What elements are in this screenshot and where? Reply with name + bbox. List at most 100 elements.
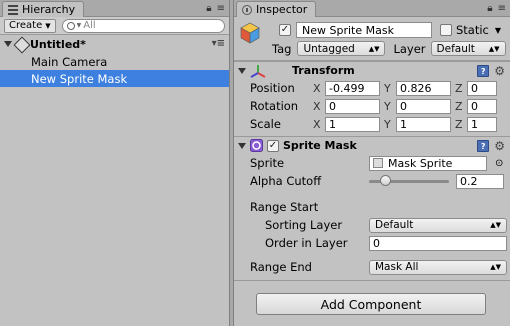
layer-label: Layer [393, 41, 426, 56]
position-x-field[interactable]: -0.499 [325, 80, 380, 96]
help-book-icon[interactable]: ? [477, 140, 490, 152]
alpha-cutoff-field[interactable]: 0.2 [456, 173, 504, 189]
inspector-panel: Inspector 🔒︎ ≡ ✓ New Sprite Mask Static … [233, 0, 510, 326]
alpha-cutoff-row: Alpha Cutoff 0.2 [234, 172, 510, 190]
field-value: 1 [471, 117, 478, 131]
gear-icon[interactable]: ⚙ [494, 64, 505, 78]
order-in-layer-label: Order in Layer [265, 236, 348, 250]
transform-row-scale: Scale X 1 Y 1 Z 1 [234, 115, 510, 133]
axis-z-label[interactable]: Z [455, 118, 465, 131]
hierarchy-toolbar: Create ▼ ▼ All [0, 17, 229, 35]
search-placeholder: All [83, 20, 96, 31]
sorting-layer-dropdown[interactable]: Default ▲▼ [369, 217, 507, 233]
position-y-field[interactable]: 0.826 [396, 80, 451, 96]
panel-menu-icon[interactable]: ≡ [498, 3, 506, 14]
alpha-cutoff-slider-thumb[interactable] [380, 175, 391, 186]
add-component-label: Add Component [320, 296, 422, 312]
hierarchy-panel: Hierarchy 🔒︎ ≡ Create ▼ ▼ All Untitled* … [0, 0, 230, 326]
tab-hierarchy-label: Hierarchy [22, 3, 76, 16]
axis-x-label[interactable]: X [313, 118, 323, 131]
create-button-label: Create [9, 20, 43, 31]
chevron-down-icon: ▲▼ [490, 221, 501, 229]
axis-z-label[interactable]: Z [455, 82, 465, 95]
sprite-object-field[interactable]: Mask Sprite [369, 155, 487, 171]
unity-scene-icon [15, 38, 27, 50]
tab-inspector[interactable]: Inspector [236, 1, 317, 17]
transform-row-position: Position X -0.499 Y 0.826 Z 0 [234, 79, 510, 97]
axis-x-label[interactable]: X [313, 100, 323, 113]
lock-icon[interactable]: 🔒︎ [206, 3, 211, 14]
field-value: 0 [400, 99, 407, 113]
hierarchy-item-label: Main Camera [31, 54, 108, 69]
scene-row[interactable]: Untitled* ▾≡ [0, 35, 229, 53]
layer-dropdown[interactable]: Default ▲▼ [430, 41, 506, 56]
info-icon [242, 4, 252, 15]
rotation-x-field[interactable]: 0 [325, 98, 380, 114]
field-value: 0 [471, 99, 478, 113]
order-in-layer-value: 0 [373, 236, 380, 250]
lock-icon[interactable]: 🔒︎ [487, 3, 492, 14]
sprite-label: Sprite [250, 156, 285, 170]
hierarchy-item-new-sprite-mask[interactable]: New Sprite Mask [0, 70, 229, 87]
scale-z-field[interactable]: 1 [467, 116, 497, 132]
sprite-mask-enabled-checkbox[interactable]: ✓ [267, 139, 279, 152]
tag-label: Tag [272, 41, 292, 56]
axis-x-label[interactable]: X [313, 82, 323, 95]
gameobject-name-value: New Sprite Mask [302, 23, 394, 37]
gameobject-cube-icon [240, 22, 260, 44]
field-value: 0.826 [400, 81, 432, 95]
axis-y-label[interactable]: Y [384, 100, 394, 113]
gameobject-name-field[interactable]: New Sprite Mask [296, 22, 432, 38]
transform-title: Transform [292, 64, 355, 77]
scene-name: Untitled* [30, 37, 86, 51]
transform-rows: Position X -0.499 Y 0.826 Z 0 Rotation X 0 Y 0 Z 0 Sca… [234, 79, 510, 133]
sprite-asset-icon [373, 158, 383, 168]
range-end-dropdown[interactable]: Mask All ▲▼ [369, 259, 507, 275]
gear-icon[interactable]: ⚙ [494, 139, 505, 153]
axis-z-label[interactable]: Z [455, 100, 465, 113]
static-checkbox[interactable] [440, 24, 452, 36]
expand-triangle-icon[interactable] [238, 142, 246, 149]
transform-axes-icon [250, 64, 266, 78]
scene-menu-icon[interactable]: ▾≡ [212, 38, 225, 49]
alpha-cutoff-label: Alpha Cutoff [250, 174, 322, 188]
field-value: 0 [471, 81, 478, 95]
static-dropdown-icon[interactable]: ▼ [495, 26, 501, 35]
help-book-icon[interactable]: ? [477, 65, 490, 77]
sprite-mask-header[interactable]: ✓ Sprite Mask ? ⚙ [234, 136, 510, 154]
hierarchy-item-main-camera[interactable]: Main Camera [0, 53, 229, 70]
transform-header[interactable]: Transform ? ⚙ [234, 61, 510, 79]
field-value: -0.499 [329, 81, 365, 95]
hierarchy-search-input[interactable]: ▼ All [61, 18, 225, 33]
tag-dropdown[interactable]: Untagged ▲▼ [297, 41, 386, 56]
sprite-mask-title: Sprite Mask [283, 139, 357, 152]
scale-y-field[interactable]: 1 [396, 116, 451, 132]
object-picker-icon[interactable]: ⊙ [495, 158, 503, 169]
scale-x-field[interactable]: 1 [325, 116, 380, 132]
create-button[interactable]: Create ▼ [4, 18, 56, 33]
add-component-button[interactable]: Add Component [256, 293, 486, 315]
chevron-down-icon: ▲▼ [488, 44, 500, 53]
axis-y-label[interactable]: Y [384, 118, 394, 131]
tab-hierarchy[interactable]: Hierarchy [2, 1, 85, 17]
range-end-row: Range End Mask All ▲▼ [234, 258, 510, 276]
field-value: 0 [329, 99, 336, 113]
expand-triangle-icon[interactable] [4, 41, 12, 47]
layer-value: Default [436, 42, 475, 55]
hierarchy-tabbar: Hierarchy 🔒︎ ≡ [0, 0, 229, 17]
transform-row-rotation: Rotation X 0 Y 0 Z 0 [234, 97, 510, 115]
rotation-y-field[interactable]: 0 [396, 98, 451, 114]
transform-row-label: Position [250, 81, 295, 95]
gameobject-active-checkbox[interactable]: ✓ [279, 24, 291, 36]
component-separator [234, 280, 510, 281]
position-z-field[interactable]: 0 [467, 80, 497, 96]
sorting-layer-row: Sorting Layer Default ▲▼ [234, 216, 510, 234]
rotation-z-field[interactable]: 0 [467, 98, 497, 114]
expand-triangle-icon[interactable] [238, 67, 246, 74]
axis-y-label[interactable]: Y [384, 82, 394, 95]
order-in-layer-field[interactable]: 0 [369, 235, 507, 251]
sprite-mask-icon [250, 139, 263, 152]
panel-menu-icon[interactable]: ≡ [217, 3, 225, 14]
hierarchy-list-icon [8, 4, 18, 15]
static-toggle[interactable]: Static ▼ [440, 23, 501, 37]
